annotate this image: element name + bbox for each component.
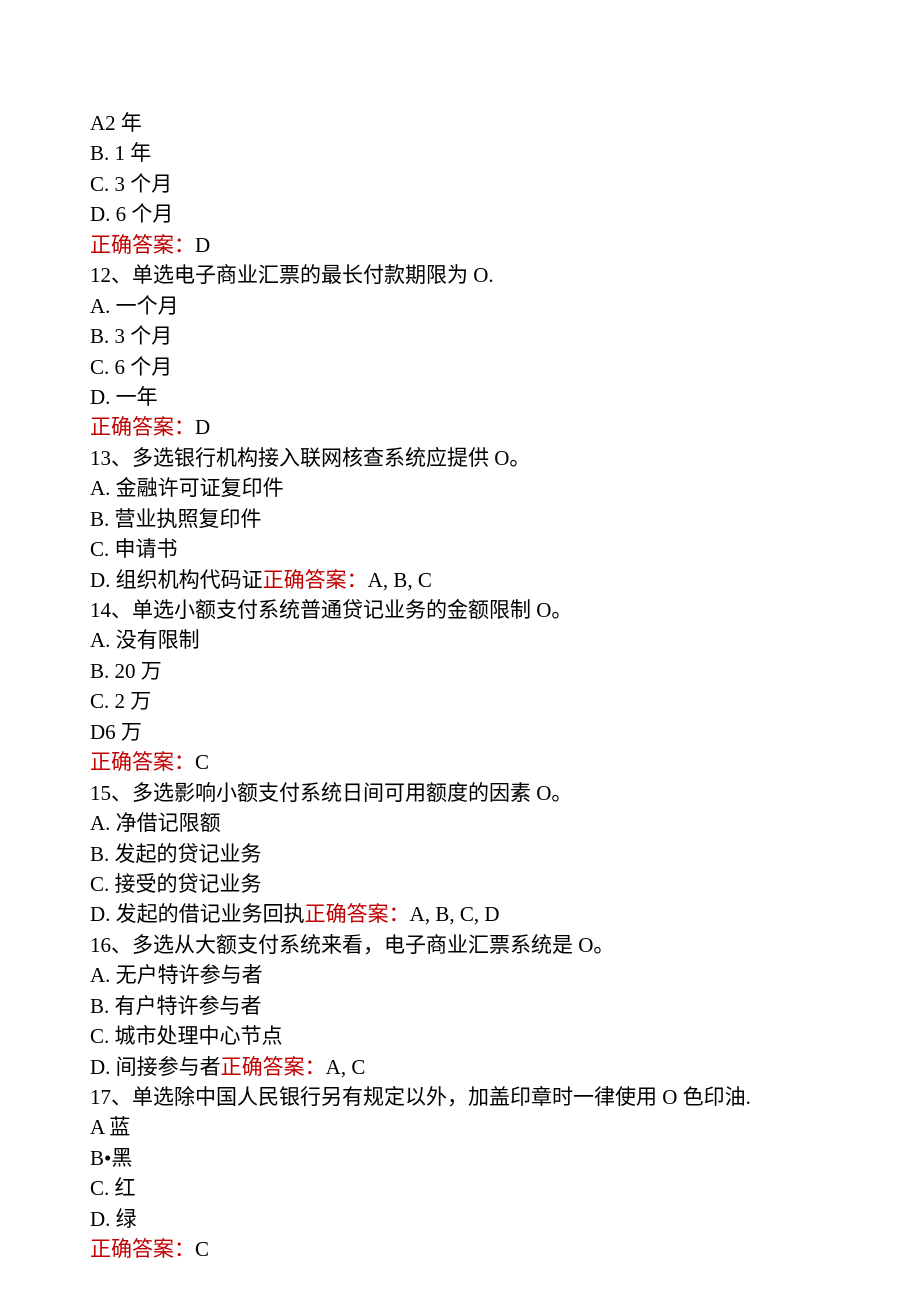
text-line: 16、多选从大额支付系统来看，电子商业汇票系统是 O。: [90, 930, 840, 960]
text-line: B. 有户特许参与者: [90, 991, 840, 1021]
text-line: C. 2 万: [90, 686, 840, 716]
line-text: C. 红: [90, 1176, 136, 1200]
line-text: 13、多选银行机构接入联网核查系统应提供 O。: [90, 446, 530, 470]
line-text: B. 有户特许参与者: [90, 994, 262, 1018]
option-text: D. 组织机构代码证: [90, 568, 263, 592]
correct-answer-label: 正确答案：: [263, 568, 368, 592]
line-text: B. 20 万: [90, 659, 162, 683]
line-text: C. 3 个月: [90, 172, 172, 196]
line-text: 12、单选电子商业汇票的最长付款期限为 O.: [90, 263, 494, 287]
correct-answer-label: 正确答案：: [90, 233, 195, 257]
correct-answer-label: 正确答案：: [90, 1237, 195, 1261]
line-text: C. 城市处理中心节点: [90, 1024, 283, 1048]
text-line: 14、单选小额支付系统普通贷记业务的金额限制 O。: [90, 595, 840, 625]
line-text: A. 金融许可证复印件: [90, 476, 284, 500]
correct-answer-value: A, B, C, D: [410, 902, 500, 926]
document-page: A2 年B. 1 年C. 3 个月D. 6 个月正确答案：D12、单选电子商业汇…: [0, 0, 920, 1301]
line-text: A. 净借记限额: [90, 811, 221, 835]
text-line: C. 红: [90, 1173, 840, 1203]
text-line: B. 发起的贷记业务: [90, 839, 840, 869]
line-text: 14、单选小额支付系统普通贷记业务的金额限制 O。: [90, 598, 572, 622]
text-line: A. 净借记限额: [90, 808, 840, 838]
correct-answer-value: C: [195, 750, 209, 774]
line-text: A. 一个月: [90, 294, 179, 318]
text-line: 正确答案：C: [90, 747, 840, 777]
line-text: D6 万: [90, 720, 142, 744]
text-line: A2 年: [90, 108, 840, 138]
text-line: 正确答案：C: [90, 1234, 840, 1264]
line-text: D. 一年: [90, 385, 158, 409]
line-text: A. 没有限制: [90, 628, 200, 652]
line-text: B. 1 年: [90, 141, 151, 165]
option-text: D. 间接参与者: [90, 1055, 221, 1079]
text-line: D. 绿: [90, 1204, 840, 1234]
text-line: D. 发起的借记业务回执正确答案：A, B, C, D: [90, 899, 840, 929]
correct-answer-value: D: [195, 415, 210, 439]
text-line: A 蓝: [90, 1112, 840, 1142]
line-text: 15、多选影响小额支付系统日间可用额度的因素 O。: [90, 781, 572, 805]
text-line: B. 20 万: [90, 656, 840, 686]
text-line: D. 6 个月: [90, 199, 840, 229]
text-line: 17、单选除中国人民银行另有规定以外，加盖印章时一律使用 O 色印油.: [90, 1082, 840, 1112]
line-text: C. 接受的贷记业务: [90, 872, 262, 896]
line-text: B•黑: [90, 1146, 132, 1170]
text-line: D. 一年: [90, 382, 840, 412]
correct-answer-value: D: [195, 233, 210, 257]
text-line: 正确答案：D: [90, 412, 840, 442]
line-text: 16、多选从大额支付系统来看，电子商业汇票系统是 O。: [90, 933, 614, 957]
line-text: C. 6 个月: [90, 355, 172, 379]
line-text: C. 申请书: [90, 537, 178, 561]
correct-answer-label: 正确答案：: [90, 415, 195, 439]
text-line: 正确答案：D: [90, 230, 840, 260]
text-line: D6 万: [90, 717, 840, 747]
text-line: C. 申请书: [90, 534, 840, 564]
line-text: A. 无户特许参与者: [90, 963, 263, 987]
text-line: C. 3 个月: [90, 169, 840, 199]
text-line: 13、多选银行机构接入联网核查系统应提供 O。: [90, 443, 840, 473]
option-text: D. 发起的借记业务回执: [90, 902, 305, 926]
text-line: B•黑: [90, 1143, 840, 1173]
correct-answer-value: C: [195, 1237, 209, 1261]
text-line: A. 无户特许参与者: [90, 960, 840, 990]
line-text: D. 6 个月: [90, 202, 173, 226]
line-text: B. 3 个月: [90, 324, 172, 348]
line-text: D. 绿: [90, 1207, 137, 1231]
text-line: B. 3 个月: [90, 321, 840, 351]
correct-answer-label: 正确答案：: [221, 1055, 326, 1079]
text-line: C. 6 个月: [90, 352, 840, 382]
text-line: A. 金融许可证复印件: [90, 473, 840, 503]
text-line: 15、多选影响小额支付系统日间可用额度的因素 O。: [90, 778, 840, 808]
text-line: C. 接受的贷记业务: [90, 869, 840, 899]
line-text: B. 营业执照复印件: [90, 507, 262, 531]
text-line: C. 城市处理中心节点: [90, 1021, 840, 1051]
text-line: B. 1 年: [90, 138, 840, 168]
correct-answer-value: A, C: [326, 1055, 366, 1079]
correct-answer-value: A, B, C: [368, 568, 432, 592]
line-text: A 蓝: [90, 1115, 130, 1139]
line-text: C. 2 万: [90, 689, 151, 713]
correct-answer-label: 正确答案：: [305, 902, 410, 926]
text-line: A. 一个月: [90, 291, 840, 321]
text-line: D. 组织机构代码证正确答案：A, B, C: [90, 565, 840, 595]
text-line: B. 营业执照复印件: [90, 504, 840, 534]
text-line: A. 没有限制: [90, 625, 840, 655]
text-line: 12、单选电子商业汇票的最长付款期限为 O.: [90, 260, 840, 290]
line-text: A2 年: [90, 111, 142, 135]
correct-answer-label: 正确答案：: [90, 750, 195, 774]
line-text: 17、单选除中国人民银行另有规定以外，加盖印章时一律使用 O 色印油.: [90, 1085, 751, 1109]
text-line: D. 间接参与者正确答案：A, C: [90, 1052, 840, 1082]
line-text: B. 发起的贷记业务: [90, 842, 262, 866]
